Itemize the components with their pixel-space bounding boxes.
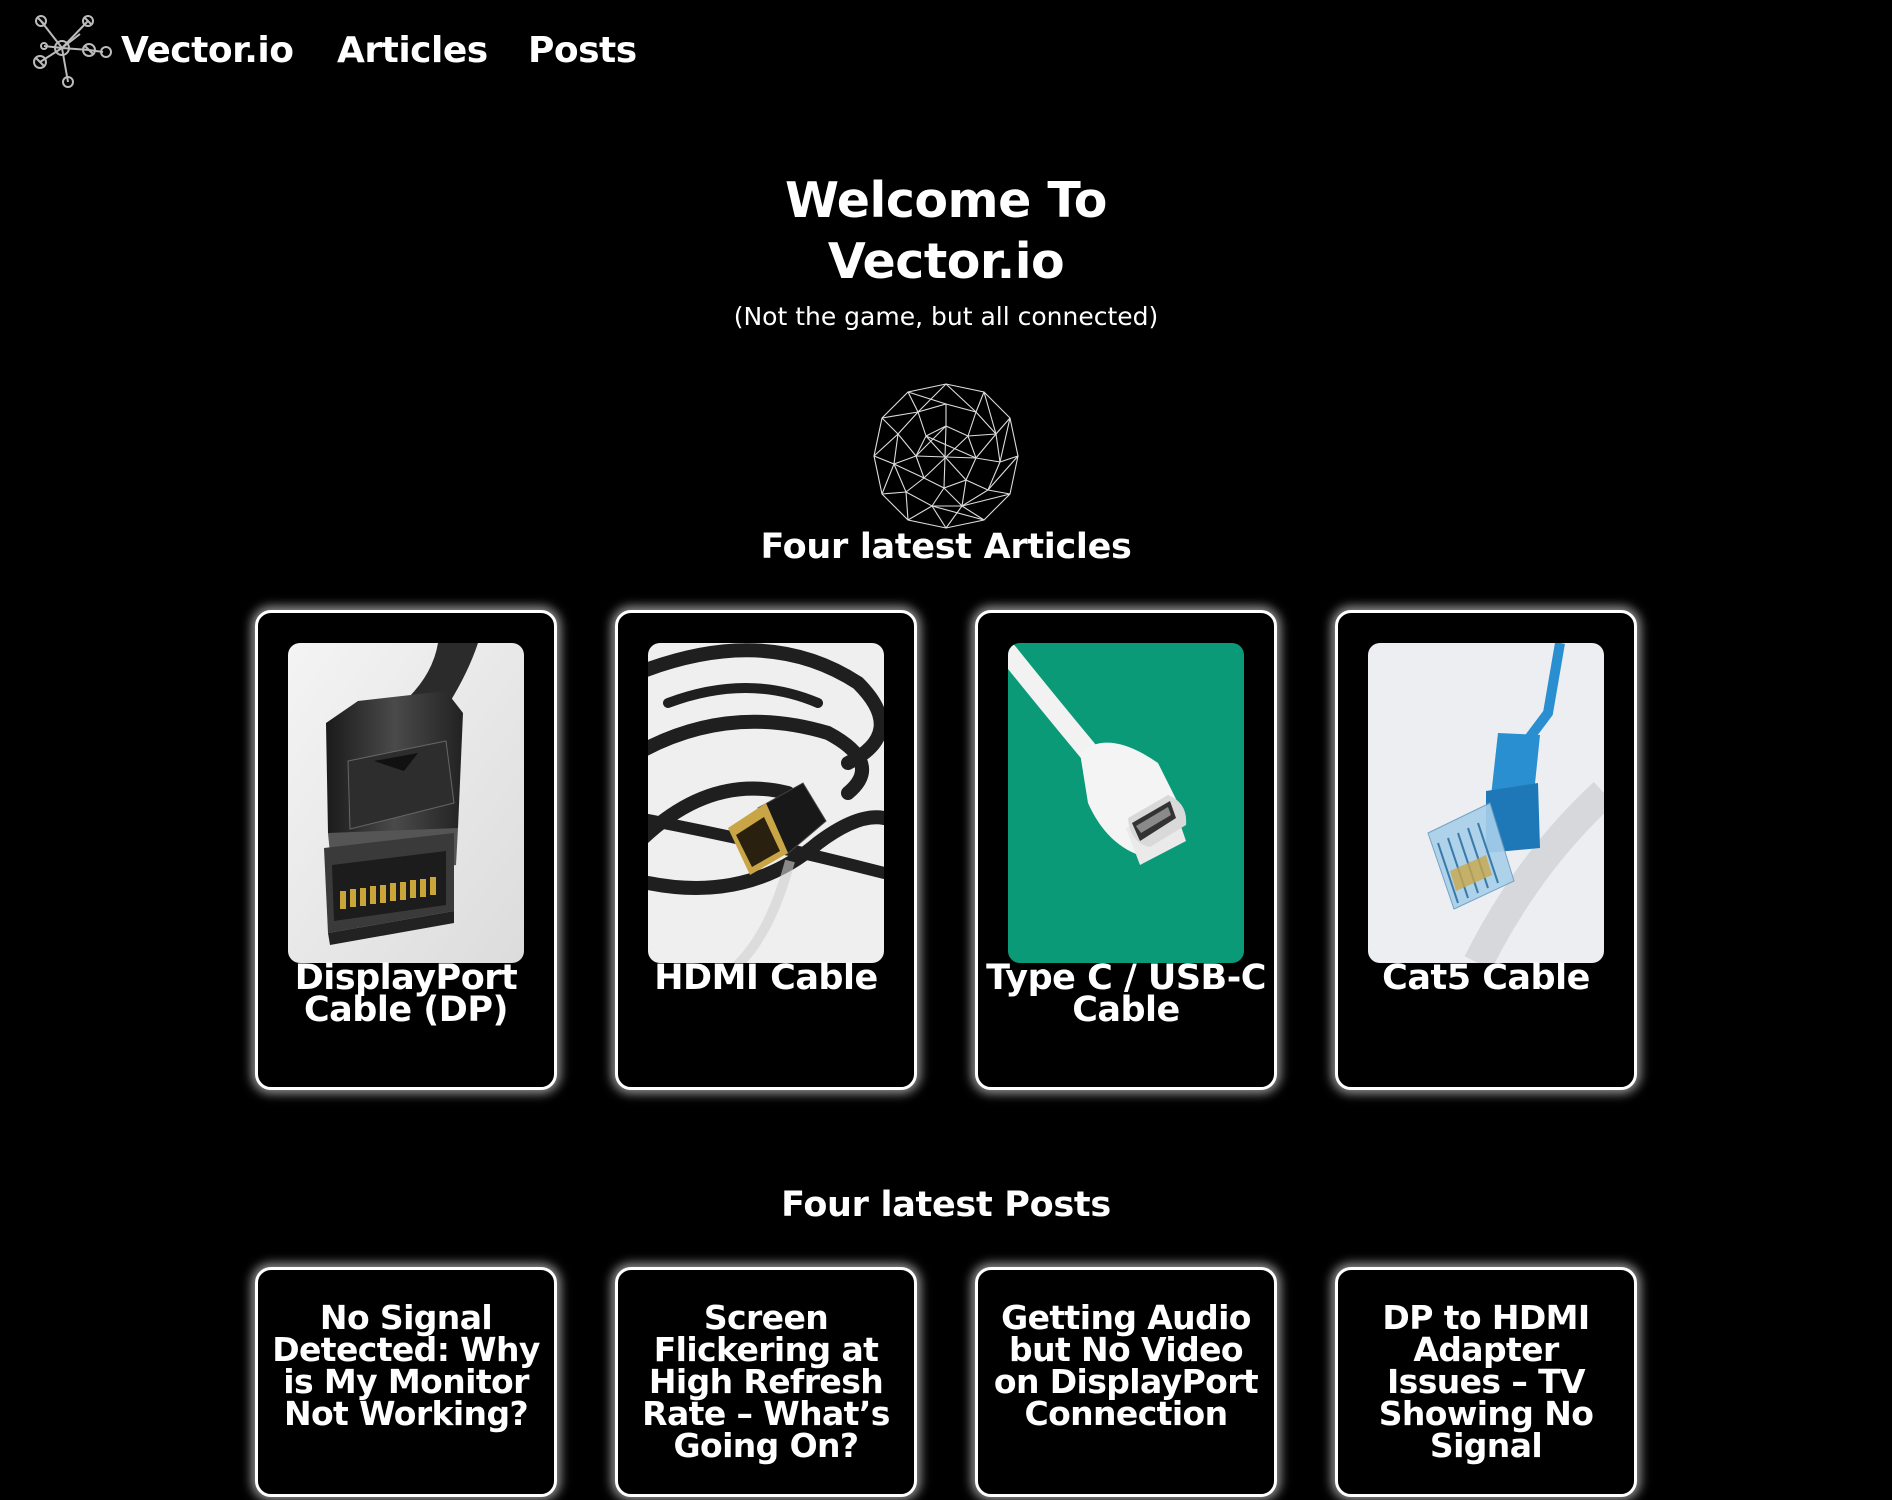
post-title: No Signal Detected: Why is My Monitor No… [272, 1298, 540, 1433]
post-card[interactable]: No Signal Detected: Why is My Monitor No… [255, 1267, 557, 1497]
article-card[interactable]: Type C / USB-C Cable [975, 610, 1277, 1090]
article-card[interactable]: HDMI Cable [615, 610, 917, 1090]
displayport-connector-photo [288, 643, 524, 963]
cat5-ethernet-cable-photo [1368, 643, 1604, 963]
hero-title: Welcome To Vector.io [0, 170, 1892, 292]
post-title: Getting Audio but No Video on DisplayPor… [993, 1298, 1259, 1433]
post-card[interactable]: Screen Flickering at High Refresh Rate –… [615, 1267, 917, 1497]
articles-heading: Four latest Articles [760, 527, 1132, 567]
hero-title-line2: Vector.io [827, 233, 1065, 290]
hdmi-cable-photo [648, 643, 884, 963]
article-title: Cat5 Cable [1382, 958, 1590, 998]
brand-logo-link[interactable]: Vector.io [121, 26, 294, 76]
top-navbar: Vector.io Articles Posts [0, 0, 1892, 104]
post-title: Screen Flickering at High Refresh Rate –… [642, 1298, 890, 1465]
wireframe-sphere-icon [873, 383, 1019, 529]
network-nodes-icon[interactable] [28, 12, 114, 88]
article-card[interactable]: DisplayPort Cable (DP) [255, 610, 557, 1090]
post-title: DP to HDMI Adapter Issues – TV Showing N… [1378, 1298, 1594, 1465]
article-card[interactable]: Cat5 Cable [1335, 610, 1637, 1090]
hero-subtitle: (Not the game, but all connected) [733, 302, 1159, 331]
article-title: HDMI Cable [654, 958, 878, 998]
usb-c-cable-photo [1008, 643, 1244, 963]
hero-title-line1: Welcome To [785, 172, 1107, 229]
nav-link-articles[interactable]: Articles [337, 26, 488, 76]
post-card[interactable]: Getting Audio but No Video on DisplayPor… [975, 1267, 1277, 1497]
nav-link-posts[interactable]: Posts [528, 26, 637, 76]
article-title: DisplayPort Cable (DP) [294, 958, 518, 1030]
article-title: Type C / USB-C Cable [986, 958, 1266, 1030]
post-card[interactable]: DP to HDMI Adapter Issues – TV Showing N… [1335, 1267, 1637, 1497]
posts-heading: Four latest Posts [781, 1185, 1111, 1225]
